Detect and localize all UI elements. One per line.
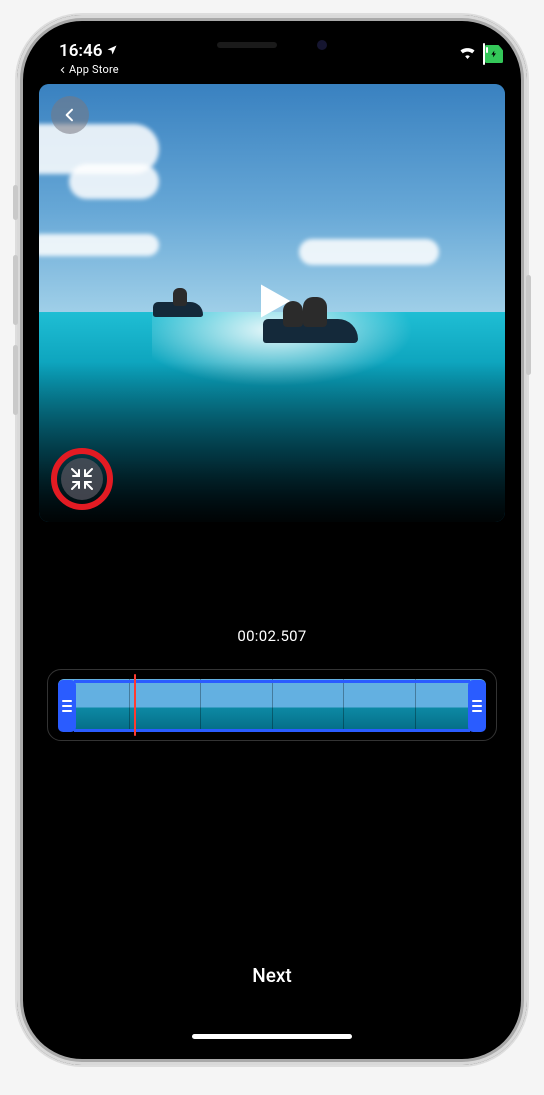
chevron-left-icon [62,107,78,123]
speaker-grille [217,42,277,48]
timeline-container [47,669,497,741]
screen: 16:46 App Store [31,29,513,1051]
status-right [458,41,485,64]
timecode-label: 00:02.507 [31,627,513,645]
editor-controls: 00:02.507 [31,522,513,741]
next-button-label: Next [252,964,292,987]
collapse-button[interactable] [61,458,103,500]
front-camera [317,40,327,50]
arrows-in-icon [70,467,94,491]
timeline-thumb [129,679,201,731]
status-time-group: 16:46 [59,41,119,61]
side-button [526,275,531,375]
timeline[interactable] [58,679,486,731]
timeline-thumb [343,679,415,731]
preview-vignette [39,362,505,522]
status-time: 16:46 [59,41,102,61]
volume-up-button [13,255,18,325]
play-icon [250,279,294,323]
back-button[interactable] [51,96,89,134]
wifi-icon [458,44,477,64]
play-button[interactable] [250,279,294,327]
next-button[interactable]: Next [31,964,513,987]
preview-sky [39,84,505,312]
phone-frame: 16:46 App Store [17,15,527,1065]
volume-down-button [13,345,18,415]
video-preview[interactable] [39,84,505,522]
mute-switch [13,185,18,220]
location-icon [106,41,118,61]
battery-icon [483,44,485,64]
home-indicator[interactable] [192,1034,352,1039]
notch [167,29,377,61]
timeline-thumb [272,679,344,731]
playhead[interactable] [134,674,136,736]
breadcrumb[interactable]: App Store [59,63,119,76]
trim-handle-start[interactable] [58,680,76,732]
trim-handle-end[interactable] [468,680,486,732]
breadcrumb-label: App Store [69,63,119,76]
status-left: 16:46 App Store [59,41,119,76]
preview-subject-2 [151,285,206,321]
timeline-thumb [200,679,272,731]
